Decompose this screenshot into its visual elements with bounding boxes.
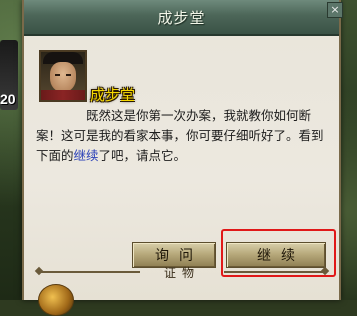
continue-button[interactable]: 继续 — [226, 242, 326, 268]
speaker-name: 成步堂 — [90, 86, 136, 104]
message-text-end: 了吧，请点它。 — [98, 148, 187, 163]
close-icon[interactable]: × — [327, 2, 343, 18]
message-keyword: 继续 — [73, 148, 99, 163]
gold-orb-icon[interactable] — [38, 284, 74, 316]
background-number: 20 — [0, 91, 16, 107]
character-portrait — [39, 50, 87, 102]
continue-button-label: 继续 — [257, 248, 305, 264]
dialog-titlebar: 成步堂 × — [24, 0, 343, 36]
divider-line — [224, 271, 324, 273]
divider-ornament — [320, 266, 330, 276]
dialog-window: 成步堂 × 成步堂 既然这是你第一次办案，我就教你如何断案！这可是我的看家本事，… — [22, 0, 343, 300]
portrait-face — [50, 62, 76, 92]
portrait-eye — [66, 74, 71, 76]
dialog-message: 既然这是你第一次办案，我就教你如何断案！这可是我的看家本事，你可要仔细听好了。看… — [36, 106, 332, 166]
portrait-collar — [41, 90, 85, 100]
inquire-button-label: 询问 — [155, 248, 203, 264]
portrait-eye — [55, 74, 60, 76]
divider-line — [40, 271, 140, 273]
dialog-title: 成步堂 — [157, 8, 206, 27]
evidence-section-label: 证物 — [163, 266, 200, 280]
